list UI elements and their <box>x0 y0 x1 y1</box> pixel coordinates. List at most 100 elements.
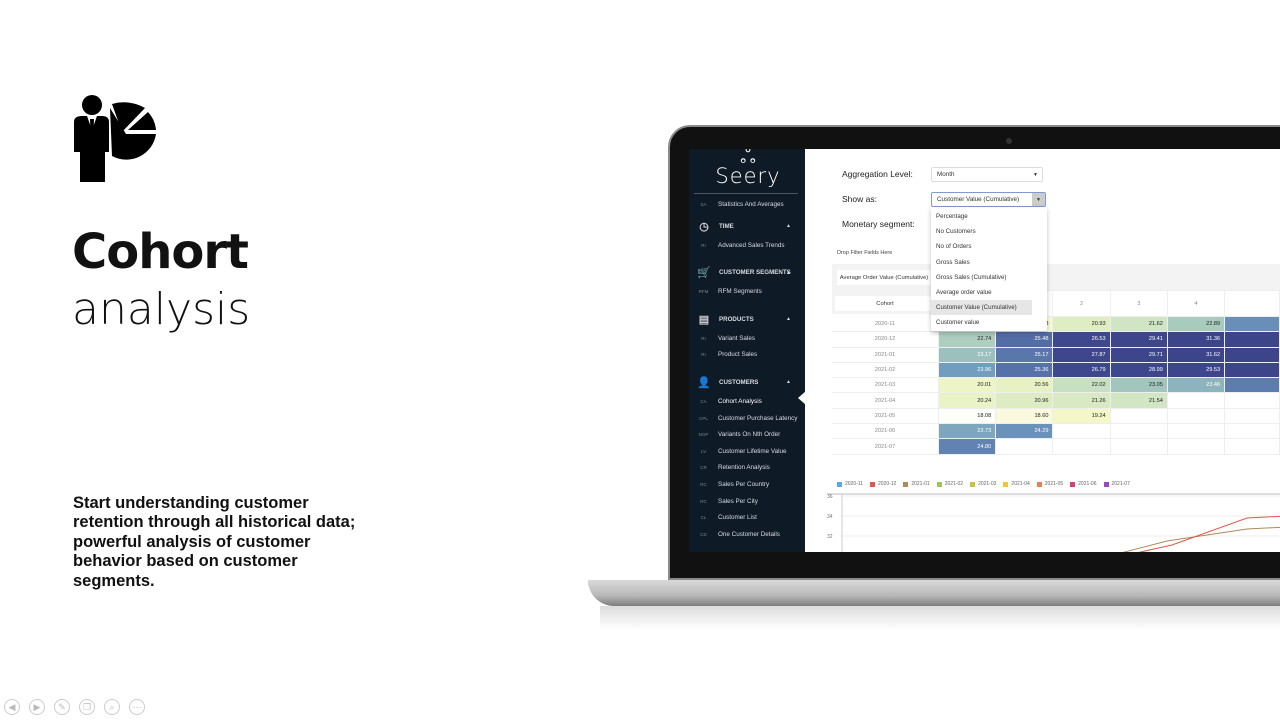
sidebar-item[interactable]: RI Product Sales <box>689 348 805 362</box>
value-cell[interactable]: 23.73 <box>937 423 997 440</box>
prev-icon[interactable]: ◀ <box>4 699 20 715</box>
value-cell[interactable]: 25.48 <box>995 331 1054 348</box>
dropdown-option[interactable]: Average order value <box>931 285 1032 300</box>
column-header[interactable]: 3 <box>1109 290 1168 317</box>
more-icon[interactable]: ⋯ <box>129 699 145 715</box>
empty-cell <box>1109 438 1168 455</box>
value-cell[interactable]: 22.89 <box>1166 315 1226 333</box>
value-cell[interactable]: 27.87 <box>1052 346 1111 363</box>
businessman-pie-chart-icon <box>74 95 156 182</box>
legend-item[interactable]: 2021-03 <box>970 481 996 487</box>
sidebar-item[interactable]: LV Customer Lifetime Value <box>689 444 805 458</box>
column-header[interactable]: 2 <box>1052 290 1111 317</box>
sidebar-section[interactable]: ◷ TIME ▲ <box>689 218 805 234</box>
value-cell[interactable]: 21.54 <box>1109 392 1168 409</box>
y-tick-label: 34 <box>827 514 833 520</box>
legend-item[interactable]: 2021-07 <box>1103 481 1130 487</box>
value-cell[interactable]: 29.41 <box>1109 331 1168 348</box>
item-abbr: RC <box>700 498 707 504</box>
pen-icon[interactable]: ✎ <box>54 699 70 715</box>
sidebar-section[interactable]: ▤ PRODUCTS ▲ <box>689 311 805 327</box>
value-cell[interactable]: 28.99 <box>1109 361 1168 379</box>
sidebar-section[interactable]: 👤 CUSTOMERS ▲ <box>689 374 805 390</box>
dropdown-option[interactable]: Percentage <box>931 209 1032 224</box>
dropdown-option[interactable]: Customer value <box>931 315 1032 330</box>
value-cell[interactable]: 23.17 <box>937 346 997 363</box>
drop-filter-zone[interactable]: Drop Filter Fields Here <box>837 250 892 256</box>
value-cell[interactable]: 22.74 <box>937 331 997 348</box>
legend-item[interactable]: 2021-01 <box>903 481 930 487</box>
value-cell[interactable]: 23.96 <box>937 361 997 379</box>
item-abbr: CL <box>700 515 707 521</box>
value-cell[interactable]: 21.26 <box>1052 392 1111 409</box>
legend-item[interactable]: 2021-06 <box>1070 481 1097 487</box>
sidebar-section[interactable]: 🛒 CUSTOMER SEGMENTS ▲ <box>689 265 805 281</box>
sidebar-item[interactable]: RC Sales Per Country <box>689 477 805 491</box>
copy-icon[interactable]: ❐ <box>79 699 95 715</box>
value-cell[interactable]: 25.17 <box>995 346 1054 363</box>
value-cell[interactable]: 20.24 <box>937 392 997 409</box>
legend-label: 2021-03 <box>978 481 997 487</box>
item-label: Product Sales <box>718 351 758 359</box>
show-as-value: Customer Value (Cumulative) <box>937 196 1020 203</box>
value-cell[interactable]: 23.05 <box>1109 377 1168 394</box>
sidebar-item[interactable]: NOP Variants On Nth Order <box>689 428 805 442</box>
zoom-icon[interactable]: ⌕ <box>104 699 120 715</box>
sidebar-item[interactable]: RFM RFM Segments <box>689 285 805 299</box>
value-cell[interactable]: 22.02 <box>1052 377 1111 394</box>
next-icon[interactable]: ▶ <box>29 699 45 715</box>
section-label: CUSTOMER SEGMENTS <box>719 269 791 277</box>
dropdown-option[interactable]: No of Orders <box>931 239 1032 254</box>
aggregation-select[interactable]: Month ▼ <box>931 167 1043 182</box>
legend-item[interactable]: 2020-12 <box>869 481 896 487</box>
cohort-header[interactable]: Cohort <box>835 296 935 311</box>
sidebar-item[interactable]: CPL Customer Purchase Latency <box>689 411 805 425</box>
legend-item[interactable]: 2021-05 <box>1036 481 1064 487</box>
table-row: 2021-05 18.08 18.60 19.24 <box>832 407 1280 425</box>
value-cell[interactable]: 29.53 <box>1166 361 1226 379</box>
measure-chip[interactable]: Average Order Value (Cumulative) <box>837 270 931 285</box>
sidebar-item[interactable]: RI Variant Sales <box>689 331 805 345</box>
value-cell[interactable]: 20.56 <box>995 377 1054 394</box>
sidebar-item[interactable]: CA Cohort Analysis <box>689 394 805 408</box>
show-as-select[interactable]: Customer Value (Cumulative) ▼ <box>931 192 1046 207</box>
legend-item[interactable]: 2021-02 <box>936 481 963 487</box>
sidebar-item[interactable]: RI Advanced Sales Trends <box>689 238 805 252</box>
empty-cell <box>1052 423 1111 440</box>
value-cell[interactable]: 20.01 <box>937 377 997 394</box>
sidebar-item[interactable]: CD One Customer Details <box>689 527 805 541</box>
header-row: Cohort 2 3 4 <box>832 290 1280 317</box>
column-header[interactable]: 4 <box>1166 290 1226 317</box>
value-cell[interactable]: 18.60 <box>995 407 1054 425</box>
value-cell[interactable]: 19.24 <box>1052 407 1111 425</box>
value-cell[interactable]: 29.71 <box>1109 346 1168 363</box>
legend-item[interactable]: 2020-11 <box>837 481 863 487</box>
dropdown-option[interactable]: Gross Sales (Cumulative) <box>931 270 1032 285</box>
sidebar-item[interactable]: RC Sales Per City <box>689 494 805 508</box>
dropdown-option[interactable]: No Customers <box>931 224 1032 239</box>
value-cell[interactable]: 20.96 <box>995 392 1054 409</box>
value-cell[interactable]: 24.29 <box>995 423 1054 440</box>
sidebar-item[interactable]: SA Statistics And Averages <box>689 197 805 211</box>
value-cell[interactable]: 31.36 <box>1166 331 1226 348</box>
dropdown-option[interactable]: Customer Value (Cumulative) <box>931 300 1032 316</box>
legend-label: 2021-05 <box>1044 481 1064 487</box>
dropdown-option[interactable]: Gross Sales <box>931 255 1032 270</box>
logo[interactable]: ஃ Seery <box>713 149 783 187</box>
sidebar-item[interactable]: CL Customer List <box>689 511 805 525</box>
legend-item[interactable]: 2021-04 <box>1003 481 1030 487</box>
value-cell[interactable]: 31.62 <box>1166 346 1226 363</box>
value-cell[interactable]: 21.62 <box>1109 315 1168 333</box>
value-cell[interactable]: 23.46 <box>1166 377 1226 394</box>
value-cell[interactable]: 20.93 <box>1052 315 1111 333</box>
value-cell[interactable]: 18.08 <box>937 407 997 425</box>
empty-cell <box>995 438 1054 455</box>
cohort-cell: 2021-02 <box>832 362 939 379</box>
value-cell[interactable]: 24.80 <box>937 438 997 455</box>
sidebar-item[interactable]: CR Retention Analysis <box>689 461 805 475</box>
value-cell[interactable]: 25.36 <box>995 361 1054 379</box>
item-label: Cohort Analysis <box>718 397 762 405</box>
value-cell[interactable]: 26.79 <box>1052 361 1111 379</box>
value-cell[interactable]: 26.53 <box>1052 331 1111 348</box>
table-row: 2021-03 20.01 20.56 22.02 23.05 23.46 <box>832 377 1280 394</box>
